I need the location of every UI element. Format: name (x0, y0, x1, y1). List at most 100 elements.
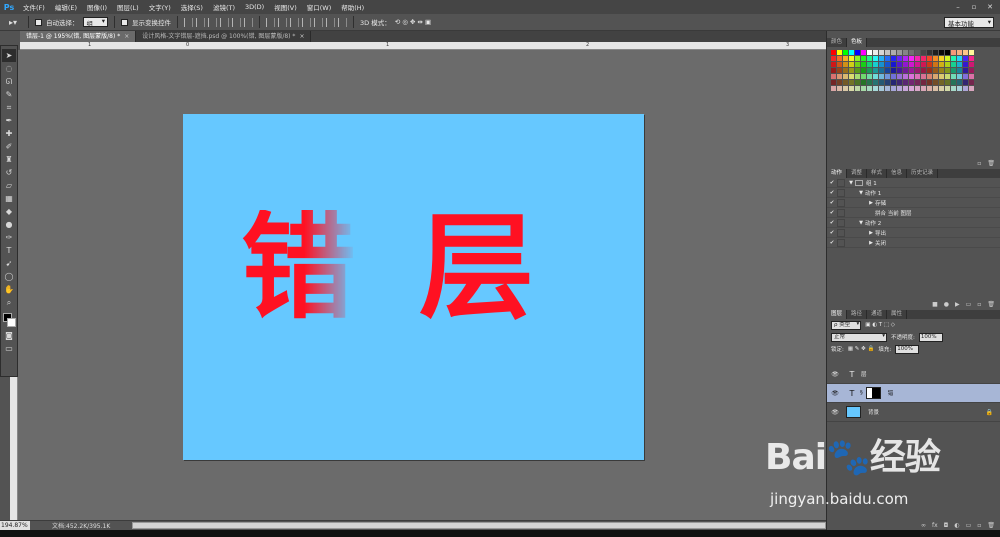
quick-mask-icon[interactable]: ◙ (2, 329, 16, 342)
color-swatch[interactable] (855, 56, 860, 61)
new-layer-icon[interactable]: ▫ (977, 522, 981, 529)
auto-align-icon[interactable] (338, 17, 347, 27)
color-swatch[interactable] (939, 62, 944, 67)
tab-paths[interactable]: 路径 (847, 310, 868, 319)
tab-channels[interactable]: 通道 (867, 310, 888, 319)
new-set-icon[interactable]: ▭ (966, 301, 972, 308)
color-swatch[interactable] (963, 80, 968, 85)
color-swatch[interactable] (927, 74, 932, 79)
color-swatch[interactable] (867, 68, 872, 73)
color-swatch[interactable] (957, 86, 962, 91)
collapsed-triangle-icon[interactable]: ▶ (867, 230, 875, 236)
color-swatch[interactable] (837, 56, 842, 61)
color-swatch[interactable] (837, 86, 842, 91)
history-brush-tool-icon[interactable]: ↺ (2, 166, 16, 179)
action-row-save[interactable]: ✔ ▶ 存储 (827, 198, 1000, 208)
color-swatch[interactable] (951, 86, 956, 91)
tab-history[interactable]: 历史记录 (907, 169, 939, 178)
color-swatch[interactable] (897, 80, 902, 85)
color-swatch[interactable] (903, 50, 908, 55)
color-swatch[interactable] (903, 68, 908, 73)
color-swatch[interactable] (873, 86, 878, 91)
check-icon[interactable]: ✔ (827, 200, 837, 206)
check-icon[interactable]: ✔ (827, 230, 837, 236)
expand-triangle-icon[interactable]: ▼ (847, 180, 855, 186)
color-swatch[interactable] (879, 56, 884, 61)
color-swatch[interactable] (873, 74, 878, 79)
action-row-action1[interactable]: ✔ ▼ 动作 1 (827, 188, 1000, 198)
menu-filter[interactable]: 滤镜(T) (208, 2, 240, 12)
color-swatch[interactable] (921, 50, 926, 55)
tab-info[interactable]: 信息 (887, 169, 908, 178)
type-tool-icon[interactable]: T (2, 244, 16, 257)
menu-edit[interactable]: 编辑(E) (50, 2, 82, 12)
background-color[interactable] (7, 318, 16, 327)
check-icon[interactable]: ✔ (827, 180, 837, 186)
dialog-toggle[interactable] (837, 228, 845, 237)
color-swatch[interactable] (867, 86, 872, 91)
color-swatch[interactable] (849, 86, 854, 91)
color-swatch[interactable] (915, 62, 920, 67)
color-swatch[interactable] (945, 62, 950, 67)
color-swatch[interactable] (855, 80, 860, 85)
color-swatch[interactable] (927, 62, 932, 67)
color-swatch[interactable] (909, 62, 914, 67)
color-swatch[interactable] (951, 74, 956, 79)
color-swatch[interactable] (885, 86, 890, 91)
align-left-icon[interactable] (220, 17, 229, 27)
distribute-top-icon[interactable] (266, 17, 275, 27)
lasso-tool-icon[interactable]: ᘏ (2, 75, 16, 88)
move-tool-preset-icon[interactable]: ▸▾ (4, 16, 22, 28)
color-swatch[interactable] (879, 68, 884, 73)
color-swatch[interactable] (921, 80, 926, 85)
color-swatch[interactable] (933, 86, 938, 91)
color-swatch[interactable] (873, 80, 878, 85)
layer-row-cuo[interactable]: 👁 T § 错 (827, 384, 1000, 403)
dialog-toggle[interactable] (837, 208, 845, 217)
color-swatch[interactable] (879, 50, 884, 55)
color-swatch[interactable] (963, 74, 968, 79)
filter-type-dropdown[interactable]: ρ 类型 (831, 320, 862, 330)
color-swatch[interactable] (891, 68, 896, 73)
color-swatch[interactable] (867, 62, 872, 67)
dialog-toggle[interactable] (837, 188, 845, 197)
tab-document-2[interactable]: 设计风格-文字错层-遮挡.psd @ 100%(错, 图层蒙版/8) * × (136, 31, 312, 42)
color-swatch[interactable] (837, 80, 842, 85)
color-swatch[interactable] (969, 80, 974, 85)
color-swatch[interactable] (927, 86, 932, 91)
color-swatch[interactable] (873, 62, 878, 67)
color-swatch[interactable] (927, 50, 932, 55)
color-swatch[interactable] (951, 62, 956, 67)
color-swatch[interactable] (951, 56, 956, 61)
color-swatch[interactable] (885, 68, 890, 73)
color-swatch[interactable] (945, 80, 950, 85)
align-hcenter-icon[interactable] (232, 17, 241, 27)
color-swatch[interactable] (831, 68, 836, 73)
color-swatch[interactable] (837, 62, 842, 67)
color-swatch[interactable] (903, 62, 908, 67)
color-swatch[interactable] (885, 62, 890, 67)
color-swatch[interactable] (963, 56, 968, 61)
layer-row-ceng[interactable]: 👁 T 层 (827, 365, 1000, 384)
tab-close-icon[interactable]: × (124, 31, 129, 42)
check-icon[interactable]: ✔ (827, 210, 837, 216)
screen-mode-icon[interactable]: ▭ (2, 342, 16, 355)
new-action-icon[interactable]: ▫ (977, 301, 981, 308)
distribute-hcenter-icon[interactable] (314, 17, 323, 27)
menu-3d[interactable]: 3D(D) (240, 3, 269, 11)
tab-adjustments[interactable]: 调整 (847, 169, 868, 178)
color-swatch[interactable] (957, 74, 962, 79)
color-swatch[interactable] (831, 74, 836, 79)
zoom-tool-icon[interactable]: ⌕ (2, 296, 16, 309)
color-swatch[interactable] (921, 56, 926, 61)
tab-document-1[interactable]: 错层-1 @ 195%(错, 图层蒙版/8) * × (20, 31, 137, 42)
trash-icon[interactable]: 🗑 (987, 160, 995, 167)
color-swatch[interactable] (897, 74, 902, 79)
color-swatch[interactable] (969, 62, 974, 67)
color-swatch[interactable] (957, 68, 962, 73)
tab-color[interactable]: 颜色 (827, 38, 848, 47)
group-icon[interactable]: ▭ (966, 522, 972, 529)
color-swatch[interactable] (915, 68, 920, 73)
color-swatch[interactable] (885, 56, 890, 61)
color-swatch[interactable] (843, 74, 848, 79)
